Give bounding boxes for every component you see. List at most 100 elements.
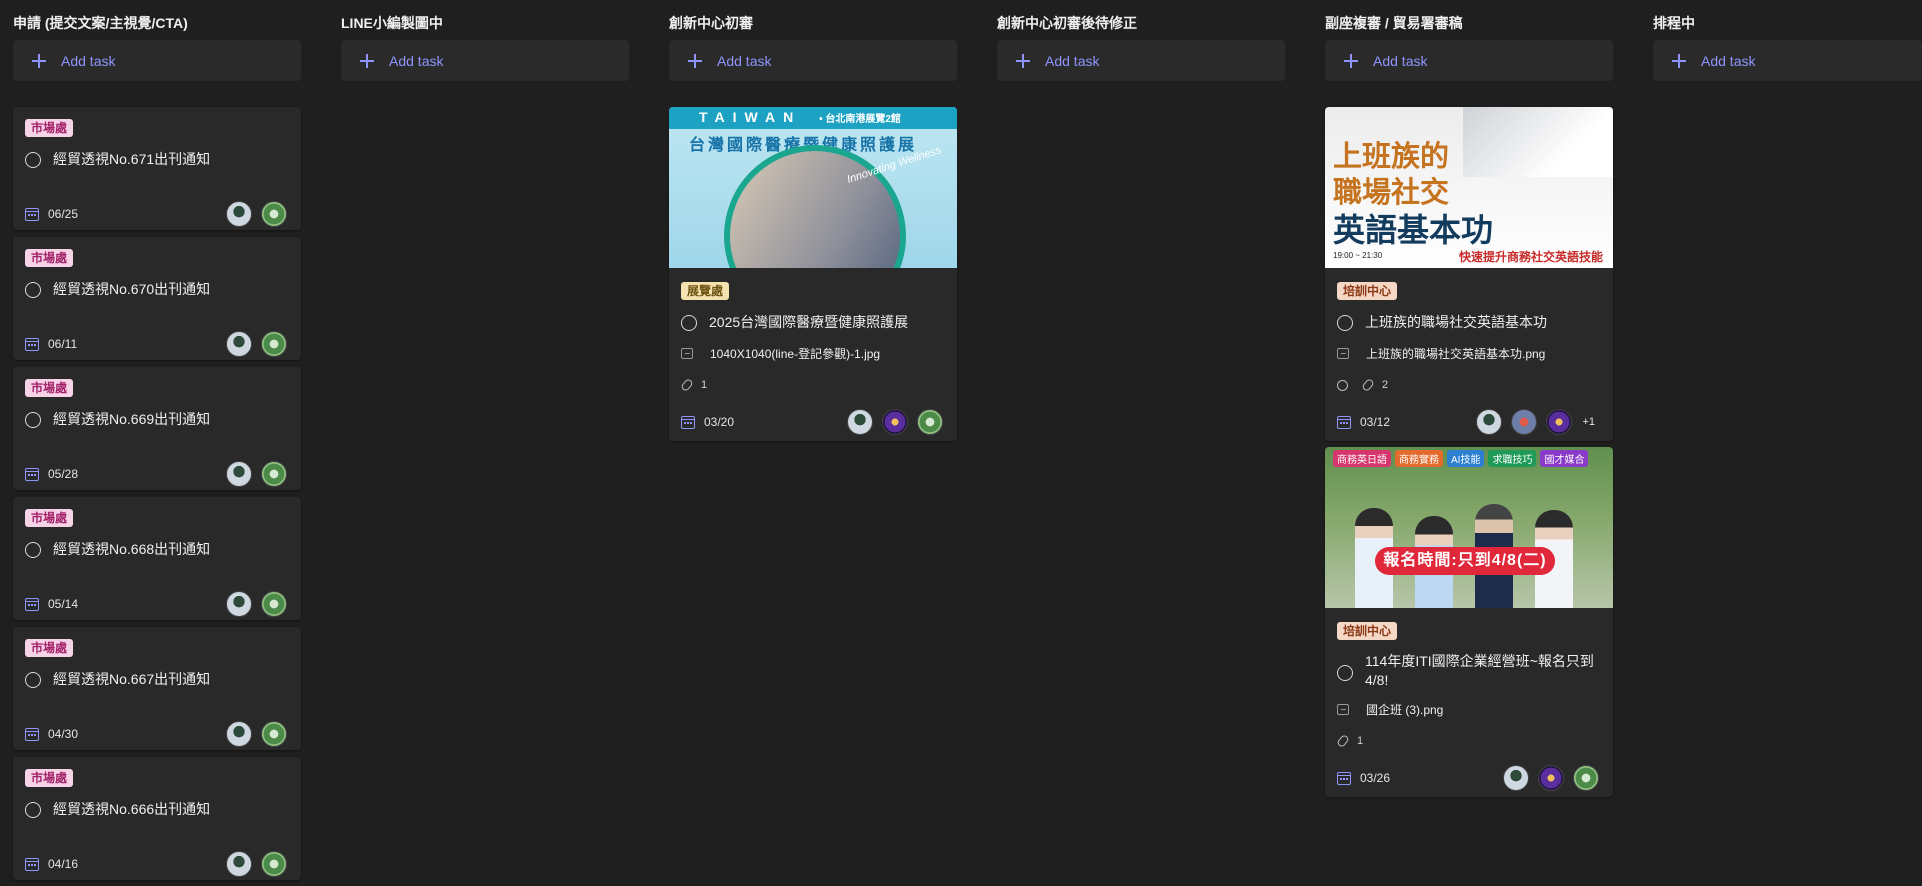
add-task-button[interactable]: Add task xyxy=(341,40,629,81)
complete-checkbox[interactable] xyxy=(25,802,41,818)
complete-checkbox[interactable] xyxy=(25,412,41,428)
add-task-button[interactable]: Add task xyxy=(1325,40,1613,81)
cover-time: 19:00 ~ 21:30 xyxy=(1333,251,1383,260)
assignees[interactable] xyxy=(217,201,287,227)
complete-checkbox[interactable] xyxy=(1337,315,1353,331)
file-preview[interactable]: 上班族的職場社交英語基本功.png xyxy=(1337,345,1545,362)
column-title: 創新中心初審 xyxy=(669,15,753,31)
avatar[interactable] xyxy=(1476,409,1503,435)
due-date: 04/30 xyxy=(25,727,78,741)
more-assignees[interactable]: +1 xyxy=(1582,416,1595,428)
label-tag: 市場處 xyxy=(25,379,74,397)
assignees[interactable] xyxy=(217,331,287,357)
avatar[interactable] xyxy=(1511,409,1538,435)
avatar[interactable] xyxy=(261,461,287,487)
complete-checkbox[interactable] xyxy=(25,282,41,298)
avatar[interactable] xyxy=(226,851,252,877)
task-card[interactable]: TAIWAN • 台北南港展覽2館 台灣國際醫療暨健康照護展 Innovatin… xyxy=(669,107,957,441)
avatar[interactable] xyxy=(226,201,252,227)
calendar-icon xyxy=(25,337,39,351)
avatar[interactable] xyxy=(226,591,252,617)
column-title: 排程中 xyxy=(1653,15,1695,31)
assignees[interactable] xyxy=(217,461,287,487)
paperclip-icon xyxy=(1361,377,1375,393)
task-card[interactable]: 市場處 經貿透視No.667出刊通知 04/30 xyxy=(13,627,301,750)
task-title: 經貿透視No.668出刊通知 xyxy=(53,541,211,557)
complete-checkbox[interactable] xyxy=(25,542,41,558)
attachment-count: 1 xyxy=(680,377,707,393)
label-tag: 市場處 xyxy=(25,509,74,527)
add-task-button[interactable]: Add task xyxy=(669,40,957,81)
assignees[interactable] xyxy=(217,591,287,617)
assignees[interactable] xyxy=(1494,765,1599,791)
add-task-label: Add task xyxy=(1373,52,1428,69)
assignees[interactable]: +1 xyxy=(1467,409,1599,435)
due-date-text: 06/25 xyxy=(48,207,79,221)
cover-background xyxy=(1463,107,1613,177)
complete-checkbox[interactable] xyxy=(25,672,41,688)
assignees[interactable] xyxy=(838,409,943,435)
avatar[interactable] xyxy=(882,409,908,435)
avatar[interactable] xyxy=(1573,765,1599,791)
cover-line: 英語基本功 xyxy=(1333,212,1494,248)
label-tag: 展覽處 xyxy=(681,282,730,300)
avatar[interactable] xyxy=(1503,765,1529,791)
task-card[interactable]: 市場處 經貿透視No.669出刊通知 05/28 xyxy=(13,367,301,490)
file-name: 上班族的職場社交英語基本功.png xyxy=(1366,347,1546,361)
task-card[interactable]: 商務英日語 商務實務 AI技能 求職技巧 國才媒合 報名時間:只到4/8(二) … xyxy=(1325,447,1613,797)
due-date: 03/26 xyxy=(1337,771,1390,785)
avatar[interactable] xyxy=(261,591,287,617)
image-icon xyxy=(1337,704,1349,715)
add-task-button[interactable]: Add task xyxy=(997,40,1285,81)
plus-icon xyxy=(360,53,374,68)
calendar-icon xyxy=(25,467,39,481)
add-task-label: Add task xyxy=(389,52,444,69)
task-card[interactable]: 市場處 經貿透視No.671出刊通知 06/25 xyxy=(13,107,301,230)
avatar[interactable] xyxy=(261,201,287,227)
avatar[interactable] xyxy=(226,721,252,747)
image-icon xyxy=(1337,348,1349,359)
avatar[interactable] xyxy=(917,409,943,435)
calendar-icon xyxy=(25,207,39,221)
complete-checkbox[interactable] xyxy=(1337,665,1353,681)
due-date: 05/14 xyxy=(25,597,78,611)
assignees[interactable] xyxy=(217,721,287,747)
avatar[interactable] xyxy=(226,331,252,357)
paperclip-icon xyxy=(680,377,694,393)
avatar[interactable] xyxy=(261,851,287,877)
task-title: 上班族的職場社交英語基本功 xyxy=(1365,314,1547,330)
file-name: 1040X1040(line-登記參觀)-1.jpg xyxy=(710,347,881,361)
attachment-count: 1 xyxy=(1336,733,1363,749)
avatar[interactable] xyxy=(1546,409,1573,435)
calendar-icon xyxy=(25,597,39,611)
cover-chip: 求職技巧 xyxy=(1488,450,1537,467)
task-card[interactable]: 市場處 經貿透視No.668出刊通知 05/14 xyxy=(13,497,301,620)
file-preview[interactable]: 1040X1040(line-登記參觀)-1.jpg xyxy=(681,345,880,362)
task-card[interactable]: 市場處 經貿透視No.666出刊通知 04/16 xyxy=(13,757,301,880)
add-task-button[interactable]: Add task xyxy=(1653,40,1922,81)
task-card[interactable]: 上班族的 職場社交 英語基本功 19:00 ~ 21:30 快速提升商務社交英語… xyxy=(1325,107,1613,441)
cover-image[interactable]: TAIWAN • 台北南港展覽2館 台灣國際醫療暨健康照護展 Innovatin… xyxy=(669,107,957,268)
column-title: 創新中心初審後待修正 xyxy=(997,15,1137,31)
assignees[interactable] xyxy=(217,851,287,877)
file-preview[interactable]: 國企班 (3).png xyxy=(1337,701,1443,718)
due-date-text: 03/20 xyxy=(704,415,735,429)
task-title: 114年度ITI國際企業經營班~報名只到4/8! xyxy=(1365,653,1594,688)
avatar[interactable] xyxy=(261,721,287,747)
file-name: 國企班 (3).png xyxy=(1366,703,1444,717)
calendar-icon xyxy=(25,727,39,741)
avatar[interactable] xyxy=(847,409,873,435)
avatar[interactable] xyxy=(1538,765,1564,791)
plus-icon xyxy=(1672,53,1686,68)
label-tag: 市場處 xyxy=(25,119,74,137)
avatar[interactable] xyxy=(261,331,287,357)
add-task-button[interactable]: Add task xyxy=(13,40,301,81)
due-date-text: 04/30 xyxy=(48,727,79,741)
avatar[interactable] xyxy=(226,461,252,487)
complete-checkbox[interactable] xyxy=(681,315,697,331)
due-date: 03/12 xyxy=(1337,415,1390,429)
cover-image[interactable]: 上班族的 職場社交 英語基本功 19:00 ~ 21:30 快速提升商務社交英語… xyxy=(1325,107,1613,268)
cover-image[interactable]: 商務英日語 商務實務 AI技能 求職技巧 國才媒合 報名時間:只到4/8(二) xyxy=(1325,447,1613,608)
complete-checkbox[interactable] xyxy=(25,152,41,168)
task-card[interactable]: 市場處 經貿透視No.670出刊通知 06/11 xyxy=(13,237,301,360)
